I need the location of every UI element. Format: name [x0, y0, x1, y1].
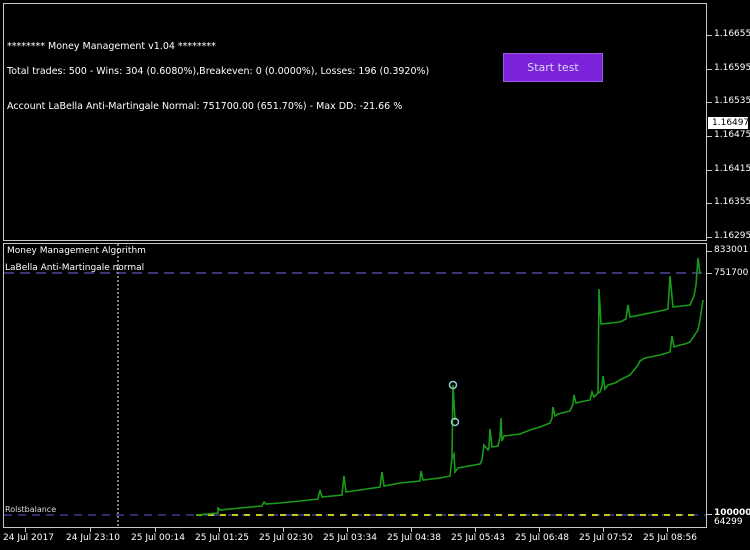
time-label: 25 Jul 02:30	[259, 533, 313, 543]
time-label: 25 Jul 01:25	[195, 533, 249, 543]
equity-spike	[597, 257, 701, 394]
time-tick	[539, 528, 540, 532]
indicator-plot	[4, 244, 706, 527]
time-tick	[219, 528, 220, 532]
time-tick	[155, 528, 156, 532]
time-label: 25 Jul 06:48	[515, 533, 569, 543]
time-tick	[283, 528, 284, 532]
time-label: 25 Jul 03:34	[323, 533, 377, 543]
time-label: 24 Jul 23:10	[66, 533, 120, 543]
equity-curve	[195, 299, 704, 516]
time-label: 25 Jul 08:56	[643, 533, 697, 543]
time-label: 25 Jul 04:38	[387, 533, 441, 543]
legend-overlap: Rolstbalance	[5, 505, 57, 514]
time-label: 25 Jul 00:14	[131, 533, 185, 543]
indicator-axis-min: 64299	[714, 517, 743, 527]
time-tick	[603, 528, 604, 532]
indicator-tick	[707, 273, 712, 274]
time-tick	[347, 528, 348, 532]
time-tick	[411, 528, 412, 532]
time-label: 25 Jul 05:43	[451, 533, 505, 543]
indicator-title: Money Management Algorithm	[7, 246, 146, 256]
indicator-tick	[707, 514, 712, 515]
time-tick	[475, 528, 476, 532]
equity-spike	[451, 384, 456, 459]
time-label: 25 Jul 07:52	[579, 533, 633, 543]
time-tick	[667, 528, 668, 532]
series-label: LaBella Anti-Martingale normal	[5, 263, 145, 273]
time-tick	[90, 528, 91, 532]
time-label: 24 Jul 2017	[3, 533, 54, 543]
indicator-axis-level: 751700	[714, 268, 749, 278]
indicator-axis-top: 833001	[714, 245, 749, 255]
indicator-tick	[707, 251, 712, 252]
time-tick	[25, 528, 26, 532]
